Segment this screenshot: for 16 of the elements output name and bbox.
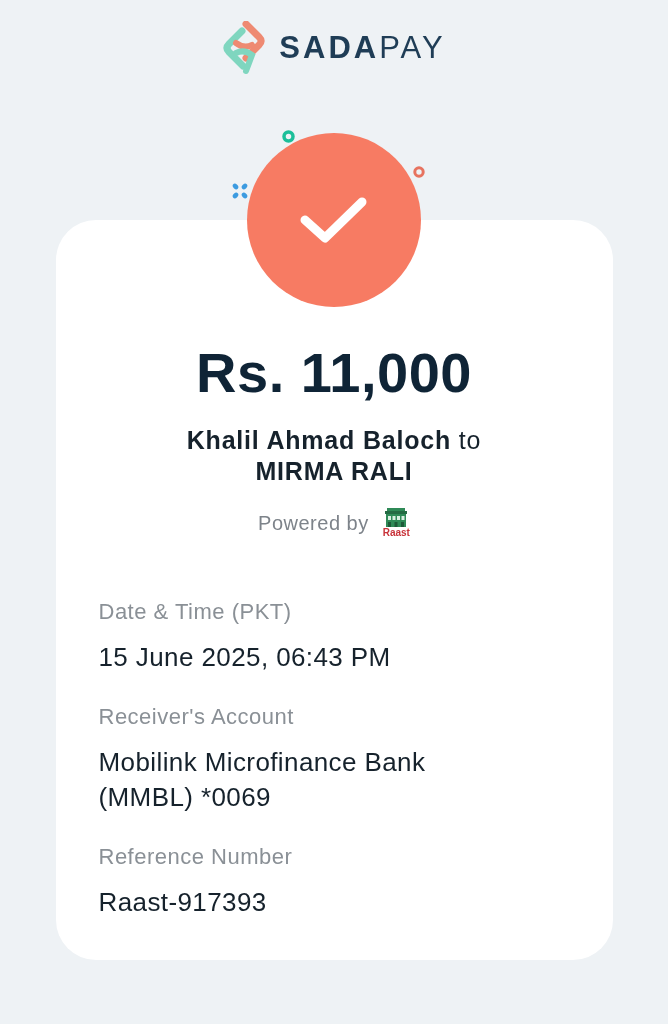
raast-logo-text: Raast	[382, 527, 410, 538]
detail-label: Receiver's Account	[98, 703, 294, 731]
powered-by-label: Powered by	[258, 511, 369, 535]
detail-label: Date & Time (PKT)	[98, 598, 292, 626]
detail-label: Reference Number	[98, 843, 293, 871]
logo-icon	[222, 21, 267, 75]
detail-value: Mobilink Microfinance Bank (MMBL) *0069	[98, 746, 427, 814]
transfer-parties-text: Khalil Ahmad Baloch to MIRMA RALI	[186, 425, 482, 487]
ring-icon	[413, 166, 425, 178]
amount-text: Rs. 11,000	[196, 342, 472, 404]
detail-value: Raast-917393	[98, 886, 267, 919]
building-icon	[384, 508, 409, 527]
ring-icon	[282, 130, 295, 143]
detail-value: 15 June 2025, 06:43 PM	[98, 641, 391, 674]
sparkle-icon	[231, 182, 249, 200]
logo-wordmark: SADAPAY	[279, 30, 446, 66]
